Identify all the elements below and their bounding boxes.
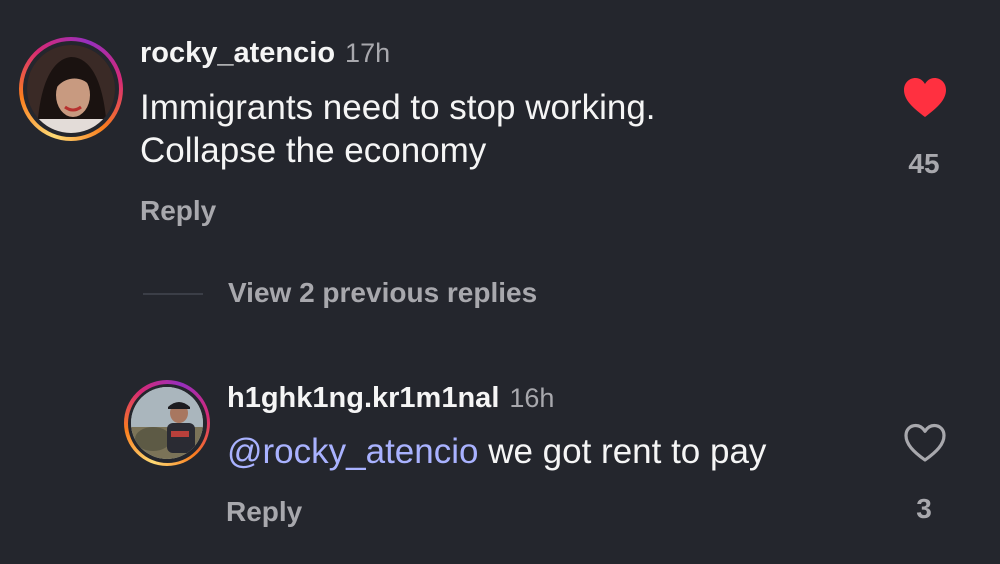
reply-body: we got rent to pay bbox=[478, 432, 767, 471]
avatar-h1ghk1ng-kr1m1nal[interactable] bbox=[124, 380, 210, 466]
like-count: 3 bbox=[916, 493, 932, 524]
thread-divider bbox=[143, 293, 203, 295]
profile-photo bbox=[27, 45, 115, 133]
profile-photo-image bbox=[131, 387, 203, 459]
timestamp: 16h bbox=[509, 383, 555, 413]
username[interactable]: h1ghk1ng.kr1m1nal bbox=[227, 382, 499, 414]
comment-text-line-2: Collapse the economy bbox=[140, 131, 487, 170]
username[interactable]: rocky_atencio bbox=[140, 37, 335, 69]
reply-button[interactable]: Reply bbox=[140, 195, 216, 227]
timestamp: 17h bbox=[345, 38, 391, 68]
profile-photo bbox=[131, 387, 203, 459]
reply-button[interactable]: Reply bbox=[226, 496, 302, 528]
view-previous-replies-button[interactable]: View 2 previous replies bbox=[228, 277, 537, 309]
mention-link[interactable]: @rocky_atencio bbox=[227, 432, 478, 471]
reply-header: h1ghk1ng.kr1m1nal 16h bbox=[227, 382, 554, 415]
reply-text: @rocky_atencio we got rent to pay bbox=[227, 430, 766, 473]
avatar-rocky-atencio[interactable] bbox=[19, 37, 123, 141]
heart-outline-icon[interactable] bbox=[903, 423, 947, 463]
profile-photo-image bbox=[27, 45, 115, 133]
comment-header: rocky_atencio 17h bbox=[140, 37, 390, 70]
comment-text-line-1: Immigrants need to stop working. bbox=[140, 88, 656, 127]
heart-filled-icon[interactable] bbox=[903, 78, 947, 118]
like-count: 45 bbox=[908, 148, 940, 179]
